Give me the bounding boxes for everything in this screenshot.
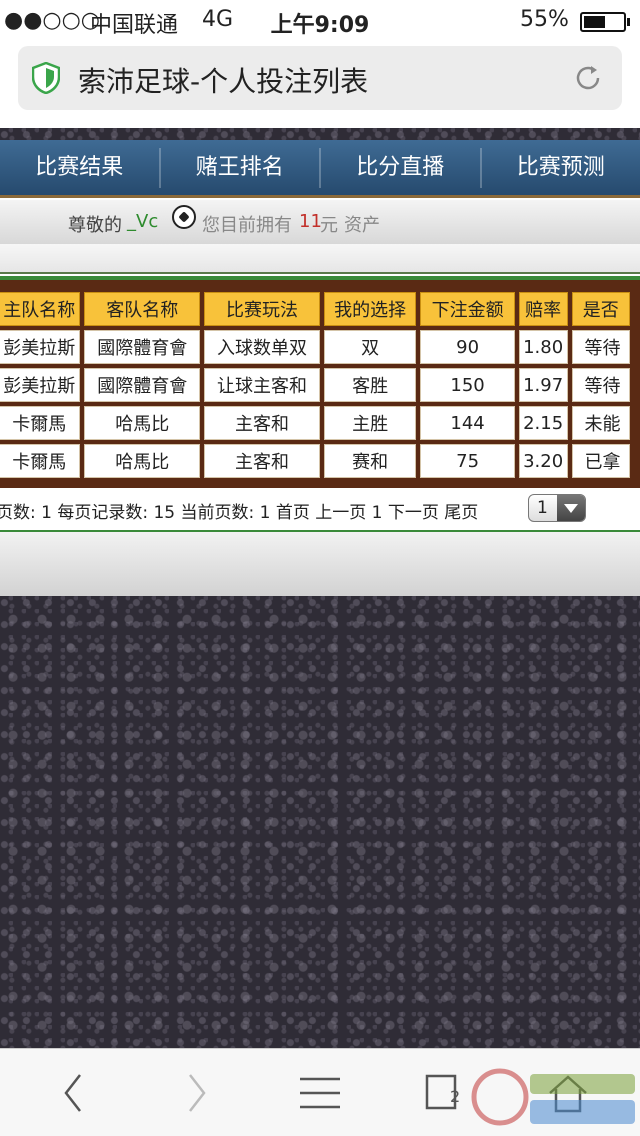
greeting-text: 您目前拥有 bbox=[202, 215, 292, 236]
tabs-button[interactable]: 2 bbox=[422, 1071, 466, 1115]
odds-cell: 1.80 bbox=[518, 330, 568, 364]
status-cell: 未能 bbox=[571, 406, 630, 440]
nav-ranking[interactable]: 赌王排名 bbox=[161, 139, 320, 197]
col-home-team: 主队名称 bbox=[0, 292, 81, 326]
menu-icon[interactable] bbox=[298, 1071, 342, 1115]
bet-type-cell: 入球数单双 bbox=[204, 330, 320, 364]
asset-amount: 11 bbox=[299, 211, 322, 232]
bets-table: 主队名称 客队名称 比赛玩法 我的选择 下注金额 赔率 是否 彭美拉斯 國際體育會… bbox=[0, 288, 634, 482]
table-row: 卡爾馬 哈馬比 主客和 主胜 144 2.15 未能 bbox=[0, 406, 630, 440]
shield-icon bbox=[32, 62, 60, 94]
battery-icon bbox=[580, 12, 630, 32]
stake-cell: 90 bbox=[420, 330, 515, 364]
watermark-logo bbox=[471, 1068, 635, 1126]
bets-table-frame: 主队名称 客队名称 比赛玩法 我的选择 下注金额 赔率 是否 彭美拉斯 國際體育會… bbox=[0, 276, 640, 488]
pagination-text: 页数: 1 每页记录数: 15 当前页数: 1 首页 上一页 1 下一页 尾页 bbox=[0, 503, 479, 523]
page-select[interactable]: 1 bbox=[528, 494, 586, 522]
my-choice-cell: 赛和 bbox=[323, 444, 417, 478]
status-cell: 等待 bbox=[571, 368, 630, 402]
bet-type-cell: 主客和 bbox=[204, 406, 320, 440]
away-team-cell: 哈馬比 bbox=[84, 444, 201, 478]
col-odds: 赔率 bbox=[518, 292, 568, 326]
main-nav: 比赛结果 赌王排名 比分直播 比赛预测 bbox=[0, 140, 640, 198]
stake-cell: 75 bbox=[420, 444, 515, 478]
my-choice-cell: 客胜 bbox=[323, 368, 417, 402]
my-choice-cell: 主胜 bbox=[323, 406, 417, 440]
col-my-choice: 我的选择 bbox=[323, 292, 417, 326]
reload-icon[interactable] bbox=[572, 62, 604, 94]
col-away-team: 客队名称 bbox=[84, 292, 201, 326]
nav-match-results[interactable]: 比赛结果 bbox=[0, 139, 159, 197]
col-bet-type: 比赛玩法 bbox=[204, 292, 320, 326]
pagination: 页数: 1 每页记录数: 15 当前页数: 1 首页 上一页 1 下一页 尾页 … bbox=[0, 488, 640, 530]
bet-type-cell: 让球主客和 bbox=[204, 368, 320, 402]
nav-live-scores[interactable]: 比分直播 bbox=[321, 139, 480, 197]
nav-predictions[interactable]: 比赛预测 bbox=[482, 139, 640, 197]
home-team-cell: 卡爾馬 bbox=[0, 444, 81, 478]
bet-type-cell: 主客和 bbox=[204, 444, 320, 478]
asset-unit: 元 bbox=[320, 215, 338, 236]
table-row: 彭美拉斯 國際體育會 让球主客和 客胜 150 1.97 等待 bbox=[0, 368, 630, 402]
greeting-prefix: 尊敬的 bbox=[68, 215, 122, 236]
greeting-suffix: 资产 bbox=[344, 215, 380, 236]
away-team-cell: 國際體育會 bbox=[84, 368, 201, 402]
col-stake: 下注金额 bbox=[420, 292, 515, 326]
status-bar: ●●○○○ 中国联通 4G 上午9:09 55% bbox=[0, 0, 640, 40]
odds-cell: 2.15 bbox=[518, 406, 568, 440]
status-cell: 已拿 bbox=[571, 444, 630, 478]
page-title: 索沛足球-个人投注列表 bbox=[78, 65, 369, 98]
home-team-cell: 彭美拉斯 bbox=[0, 330, 81, 364]
footer-strip bbox=[0, 530, 640, 596]
col-status: 是否 bbox=[571, 292, 630, 326]
my-choice-cell: 双 bbox=[323, 330, 417, 364]
spacer-strip bbox=[0, 244, 640, 274]
battery-percent: 55% bbox=[520, 7, 569, 32]
back-icon[interactable] bbox=[52, 1071, 96, 1115]
odds-cell: 3.20 bbox=[518, 444, 568, 478]
home-team-cell: 彭美拉斯 bbox=[0, 368, 81, 402]
status-cell: 等待 bbox=[571, 330, 630, 364]
user-greeting: 尊敬的 _Vc 您目前拥有 11 元 资产 bbox=[0, 200, 640, 244]
page-select-value: 1 bbox=[537, 498, 548, 518]
tab-count: 2 bbox=[450, 1087, 461, 1106]
table-row: 彭美拉斯 國際體育會 入球数单双双 90 1.80 等待 bbox=[0, 330, 630, 364]
soccer-ball-icon bbox=[172, 205, 196, 229]
away-team-cell: 國際體育會 bbox=[84, 330, 201, 364]
forward-icon[interactable] bbox=[174, 1071, 218, 1115]
chevron-down-icon bbox=[557, 495, 585, 521]
decorative-texture-background bbox=[0, 596, 640, 1048]
table-header-row: 主队名称 客队名称 比赛玩法 我的选择 下注金额 赔率 是否 bbox=[0, 292, 630, 326]
stake-cell: 150 bbox=[420, 368, 515, 402]
odds-cell: 1.97 bbox=[518, 368, 568, 402]
stake-cell: 144 bbox=[420, 406, 515, 440]
table-row: 卡爾馬 哈馬比 主客和 赛和 75 3.20 已拿 bbox=[0, 444, 630, 478]
username[interactable]: _Vc bbox=[127, 211, 158, 232]
address-bar[interactable]: 索沛足球-个人投注列表 bbox=[18, 46, 622, 110]
away-team-cell: 哈馬比 bbox=[84, 406, 201, 440]
home-team-cell: 卡爾馬 bbox=[0, 406, 81, 440]
